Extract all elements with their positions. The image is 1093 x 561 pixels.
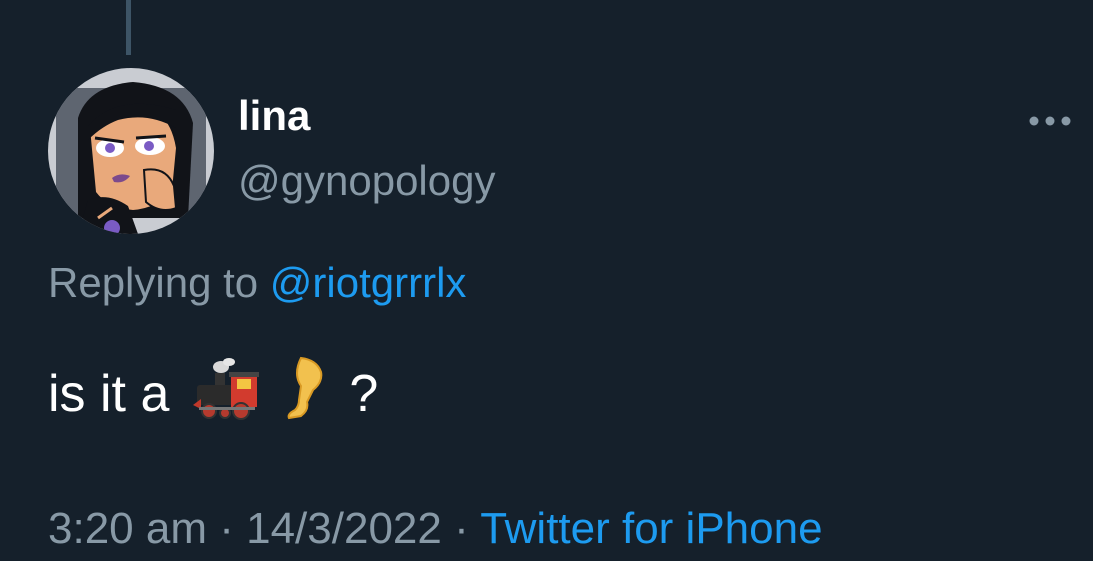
replying-to-label: Replying to	[48, 259, 259, 306]
tweet-source-link[interactable]: Twitter for iPhone	[480, 504, 822, 553]
meta-separator: ·	[219, 504, 234, 553]
tweet-text-before: is it a	[48, 364, 170, 423]
more-options-icon[interactable]	[1025, 108, 1075, 134]
tweet-time[interactable]: 3:20 am	[48, 504, 207, 553]
tweet-text-after: ?	[349, 364, 379, 423]
tweet-text: is it a ?	[48, 356, 378, 431]
thread-connector-line	[126, 0, 131, 55]
locomotive-emoji-icon	[191, 357, 263, 430]
avatar[interactable]	[48, 68, 214, 234]
tweet-date[interactable]: 14/3/2022	[246, 504, 442, 553]
cartoon-avatar-icon	[48, 68, 214, 234]
leg-emoji-icon	[287, 356, 327, 431]
user-handle[interactable]: @gynopology	[238, 160, 495, 202]
mention-link[interactable]: @riotgrrrlx	[270, 259, 467, 306]
tweet-detail: lina @gynopology Replying to @riotgrrrlx…	[0, 0, 1093, 561]
display-name[interactable]: lina	[238, 95, 310, 137]
replying-to-line: Replying to @riotgrrrlx	[48, 262, 466, 304]
tweet-metadata: 3:20 am · 14/3/2022 · Twitter for iPhone	[48, 507, 823, 551]
meta-separator: ·	[454, 504, 469, 553]
